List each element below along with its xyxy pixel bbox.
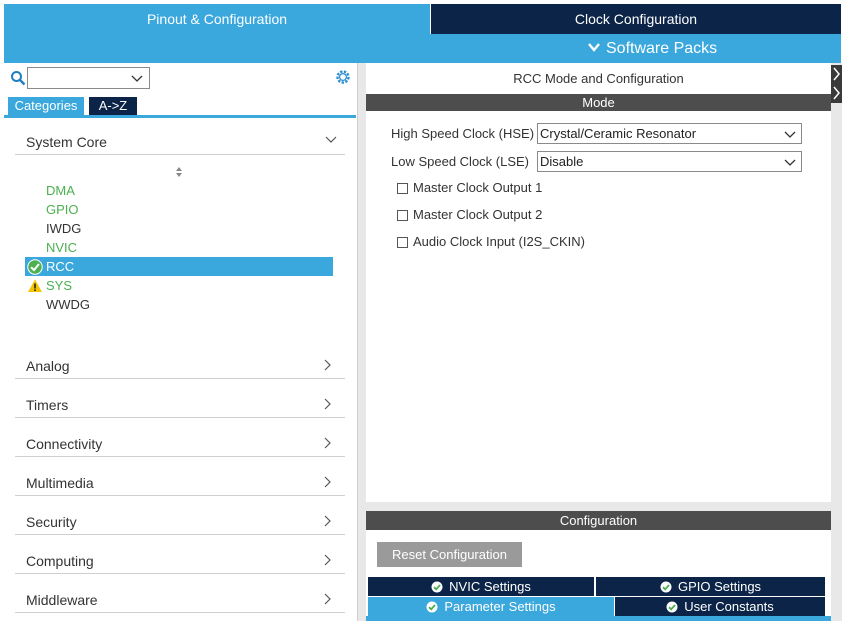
chevron-right-icon xyxy=(324,593,331,605)
category-security[interactable]: Security xyxy=(15,496,345,535)
item-label: NVIC xyxy=(46,240,78,255)
lse-value: Disable xyxy=(540,154,584,169)
category-analog[interactable]: Analog xyxy=(15,340,345,379)
chevron-right-icon xyxy=(324,359,331,371)
search-icon[interactable] xyxy=(10,70,26,86)
tab-label: User Constants xyxy=(684,599,774,614)
chevron-right-icon xyxy=(324,437,331,449)
category-label: Timers xyxy=(26,397,69,413)
list-item-iwdg[interactable]: IWDG xyxy=(25,219,333,238)
item-label: GPIO xyxy=(46,202,79,217)
category-label: Multimedia xyxy=(26,475,94,491)
item-label: WWDG xyxy=(46,297,91,312)
tab-label: NVIC Settings xyxy=(449,579,531,594)
category-connectivity[interactable]: Connectivity xyxy=(15,418,345,457)
check-circle-icon xyxy=(426,601,438,613)
list-item-dma[interactable]: DMA xyxy=(25,181,333,200)
rcc-mode-panel: RCC Mode and Configuration Mode High Spe… xyxy=(366,63,831,502)
left-panel: Categories A->Z System Core DMA GPIO IWD… xyxy=(4,63,358,621)
tab-categories[interactable]: Categories xyxy=(8,97,84,115)
category-label: Security xyxy=(26,514,77,530)
tab-a-to-z[interactable]: A->Z xyxy=(89,97,137,115)
check-circle-icon xyxy=(666,601,678,613)
configuration-header: Configuration xyxy=(366,511,831,530)
checkbox-label: Audio Clock Input (I2S_CKIN) xyxy=(413,234,585,249)
item-label: RCC xyxy=(46,259,75,274)
sort-icon[interactable] xyxy=(175,166,183,178)
lse-label: Low Speed Clock (LSE) xyxy=(391,154,530,169)
category-label: Analog xyxy=(26,358,70,374)
category-label: System Core xyxy=(26,134,107,150)
list-item-nvic[interactable]: NVIC xyxy=(25,238,333,257)
tab-parameter-settings[interactable]: Parameter Settings xyxy=(368,597,614,616)
search-input[interactable] xyxy=(27,67,150,89)
tab-clock-configuration[interactable]: Clock Configuration xyxy=(431,4,841,34)
panel-title: RCC Mode and Configuration xyxy=(513,71,684,86)
category-computing[interactable]: Computing xyxy=(15,535,345,574)
mode-header: Mode xyxy=(366,94,831,111)
tab-gpio-settings[interactable]: GPIO Settings xyxy=(596,577,825,596)
checkbox-box[interactable] xyxy=(397,183,408,194)
list-item-sys[interactable]: SYS xyxy=(25,276,333,295)
list-item-wwdg[interactable]: WWDG xyxy=(25,295,333,314)
item-label: DMA xyxy=(46,183,75,198)
tab-underline xyxy=(366,616,831,621)
chevron-right-icon xyxy=(833,67,840,100)
hse-label: High Speed Clock (HSE) xyxy=(391,126,535,141)
chevron-right-icon xyxy=(324,554,331,566)
check-circle-icon xyxy=(27,259,43,275)
category-multimedia[interactable]: Multimedia xyxy=(15,457,345,496)
panel-collapse-handle[interactable] xyxy=(831,65,842,103)
item-label: SYS xyxy=(46,278,73,293)
tab-label: GPIO Settings xyxy=(677,579,762,594)
category-system-core[interactable]: System Core xyxy=(15,116,345,155)
chevron-down-icon xyxy=(784,159,796,166)
software-packs-bar: Software Packs xyxy=(4,34,841,63)
checkbox-box[interactable] xyxy=(397,237,408,248)
tab-label: Parameter Settings xyxy=(444,599,556,614)
top-tab-bar: Pinout & Configuration Clock Configurati… xyxy=(0,0,842,34)
category-timers[interactable]: Timers xyxy=(15,379,345,418)
tab-pinout-configuration[interactable]: Pinout & Configuration xyxy=(4,4,430,34)
check-circle-icon xyxy=(660,581,672,593)
software-packs-menu[interactable]: Software Packs xyxy=(586,39,717,59)
software-packs-label: Software Packs xyxy=(606,40,718,57)
checkbox-label: Master Clock Output 1 xyxy=(413,180,543,195)
chevron-right-icon xyxy=(324,476,331,488)
chevron-down-icon xyxy=(784,131,796,138)
tab-user-constants[interactable]: User Constants xyxy=(615,597,825,616)
category-label: Connectivity xyxy=(26,436,103,452)
category-label: Computing xyxy=(26,553,94,569)
tab-nvic-settings[interactable]: NVIC Settings xyxy=(368,577,594,596)
check-circle-icon xyxy=(431,581,443,593)
chevron-down-icon xyxy=(588,43,600,52)
item-label: IWDG xyxy=(46,221,82,236)
list-item-rcc[interactable]: RCC xyxy=(25,257,333,276)
gear-icon[interactable] xyxy=(334,68,352,86)
hse-value: Crystal/Ceramic Resonator xyxy=(540,126,697,141)
chevron-right-icon xyxy=(324,398,331,410)
checkbox-box[interactable] xyxy=(397,210,408,221)
lse-select[interactable]: Disable xyxy=(537,151,802,172)
warning-icon xyxy=(28,279,42,292)
hse-select[interactable]: Crystal/Ceramic Resonator xyxy=(537,123,802,144)
category-label: Middleware xyxy=(26,592,98,608)
reset-configuration-button[interactable]: Reset Configuration xyxy=(377,542,522,567)
chevron-down-icon xyxy=(131,75,143,82)
checkbox-label: Master Clock Output 2 xyxy=(413,207,543,222)
category-middleware[interactable]: Middleware xyxy=(15,574,345,613)
chevron-right-icon xyxy=(324,515,331,527)
chevron-down-icon xyxy=(325,136,337,143)
list-item-gpio[interactable]: GPIO xyxy=(25,200,333,219)
configuration-panel: Configuration Reset Configuration NVIC S… xyxy=(366,511,831,621)
